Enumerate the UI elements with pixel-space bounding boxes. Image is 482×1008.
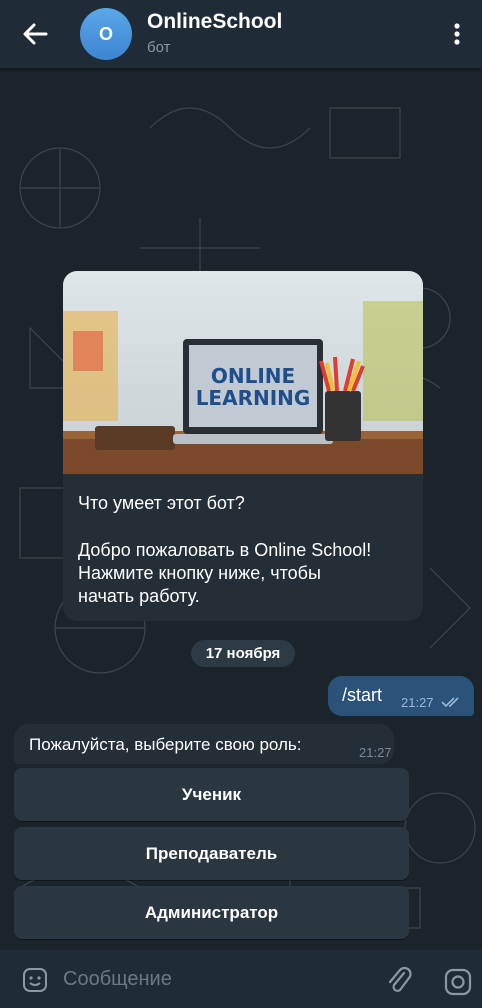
intro-title: Что умеет этот бот? [78, 493, 245, 513]
date-separator: 17 ноября [191, 640, 295, 667]
role-button-admin[interactable]: Администратор [14, 886, 409, 939]
online-learning-image: ONLINE LEARNING [63, 271, 423, 474]
intro-text-line: начать работу. [78, 586, 200, 606]
double-check-icon [441, 697, 459, 708]
message-text: Пожалуйста, выберите свою роль: [29, 735, 302, 754]
arrow-left-icon[interactable] [20, 20, 50, 48]
bot-intro-card: ONLINE LEARNING Что умеет этот бот? Добр… [63, 271, 423, 621]
role-button-student[interactable]: Ученик [14, 768, 409, 821]
intro-text-line: Добро пожаловать в Online School! [78, 540, 372, 560]
more-vertical-icon[interactable] [449, 20, 465, 48]
message-text: /start [342, 685, 383, 705]
message-input[interactable]: Сообщение [63, 968, 172, 991]
chat-header: O OnlineSchool бот [0, 0, 482, 68]
intro-text: Добро пожаловать в Online School! Нажмит… [78, 539, 418, 608]
emoji-icon[interactable] [22, 967, 48, 993]
role-button-teacher[interactable]: Преподаватель [14, 827, 409, 880]
image-text-learning: LEARNING [196, 386, 311, 410]
intro-text-line: Нажмите кнопку ниже, чтобы [78, 563, 321, 583]
chat-title[interactable]: OnlineSchool [147, 10, 282, 34]
chat-area: ONLINE LEARNING Что умеет этот бот? Добр… [0, 68, 482, 950]
camera-icon[interactable] [444, 968, 472, 996]
message-time: 21:27 [359, 745, 392, 760]
outgoing-message[interactable]: /start 21:27 [328, 676, 474, 716]
incoming-message[interactable]: Пожалуйста, выберите свою роль: 21:27 [14, 724, 394, 764]
paperclip-icon[interactable] [386, 965, 412, 995]
avatar[interactable]: O [80, 8, 132, 60]
message-time: 21:27 [401, 695, 434, 710]
message-composer: Сообщение [0, 950, 482, 1008]
image-text-online: ONLINE [211, 364, 295, 388]
chat-subtitle: бот [147, 39, 171, 56]
